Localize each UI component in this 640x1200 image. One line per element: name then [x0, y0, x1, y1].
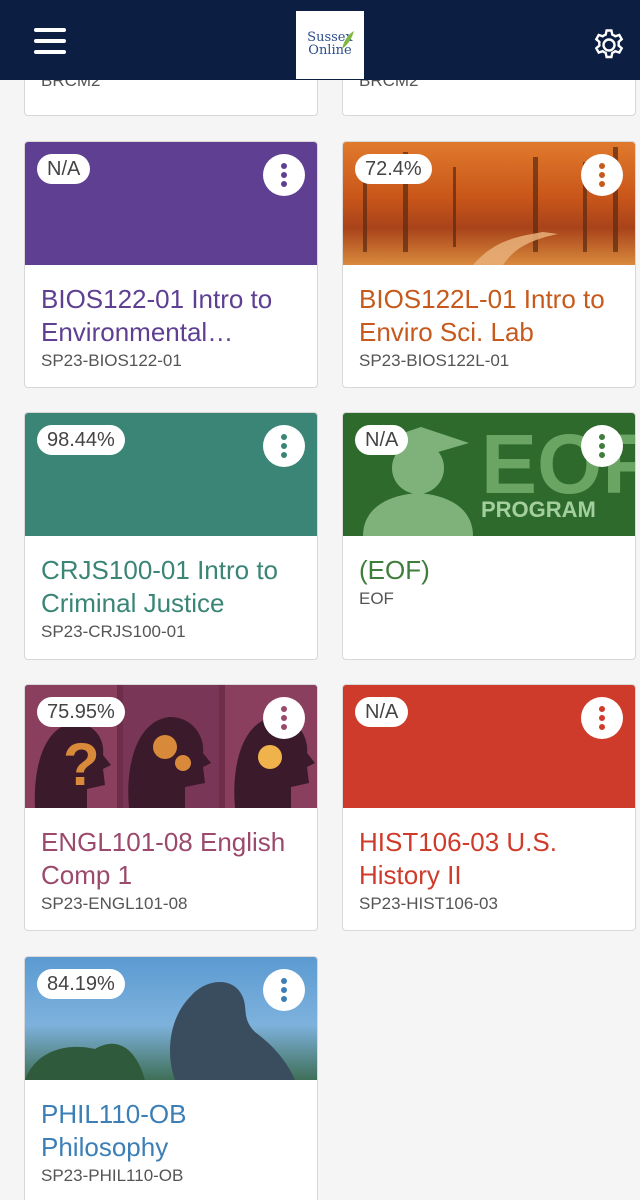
- course-code: EOF: [359, 589, 394, 608]
- course-title: HIST106-03 U.S. History II: [359, 827, 557, 890]
- more-options-icon[interactable]: [263, 969, 305, 1011]
- grade-badge: 84.19%: [37, 969, 125, 999]
- course-hero: ? 75.95%: [25, 685, 317, 808]
- course-hero: N/A: [343, 685, 635, 808]
- grade-badge: N/A: [355, 425, 409, 455]
- course-code: BRCM2: [41, 80, 101, 90]
- hero-text-program: PROGRAM: [481, 497, 596, 522]
- gear-icon[interactable]: [592, 28, 626, 62]
- leaf-icon: [342, 31, 354, 49]
- course-title: (EOF): [359, 555, 430, 585]
- course-code: SP23-HIST106-03: [359, 894, 498, 913]
- course-code: SP23-BIOS122L-01: [359, 351, 510, 370]
- course-card[interactable]: 72.4% BIOS122L-01 Intro to Enviro Sci. L…: [342, 141, 636, 388]
- grade-badge: N/A: [355, 697, 409, 727]
- course-hero: N/A: [25, 142, 317, 265]
- course-hero: 84.19%: [25, 957, 317, 1080]
- grade-badge: 75.95%: [37, 697, 125, 727]
- course-code: SP23-BIOS122-01: [41, 351, 182, 370]
- more-options-icon[interactable]: [581, 154, 623, 196]
- grade-badge: N/A: [37, 154, 91, 184]
- course-hero: 72.4%: [343, 142, 635, 265]
- more-options-icon[interactable]: [581, 425, 623, 467]
- course-title: BIOS122L-01 Intro to Enviro Sci. Lab: [359, 284, 605, 347]
- more-options-icon[interactable]: [581, 697, 623, 739]
- course-title: PHIL110-OB Philosophy: [41, 1099, 187, 1162]
- course-hero: 98.44%: [25, 413, 317, 536]
- course-code: BRCM2: [359, 80, 419, 90]
- course-code: SP23-PHIL110-OB: [41, 1166, 184, 1185]
- course-card[interactable]: EOF PROGRAM N/A (EOF) EOF: [342, 412, 636, 660]
- course-hero: EOF PROGRAM N/A: [343, 413, 635, 536]
- course-card-partial[interactable]: BRCM2: [342, 80, 636, 116]
- course-title: CRJS100-01 Intro to Criminal Justice: [41, 555, 279, 618]
- more-options-icon[interactable]: [263, 425, 305, 467]
- course-title: ENGL101-08 English Comp 1: [41, 827, 286, 890]
- course-code: SP23-ENGL101-08: [41, 894, 188, 913]
- course-card-partial[interactable]: BRCM2: [24, 80, 318, 116]
- course-dashboard: BRCM2 BRCM2 N/A BIOS122-01 Intro to Envi…: [0, 80, 640, 1200]
- course-card[interactable]: ? 75.95% ENGL101-08 English Comp 1 SP23-…: [24, 684, 318, 931]
- svg-text:?: ?: [63, 731, 100, 798]
- course-card[interactable]: 84.19% PHIL110-OB Philosophy SP23-PHIL11…: [24, 956, 318, 1200]
- hamburger-menu-icon[interactable]: [30, 28, 70, 58]
- course-card[interactable]: N/A HIST106-03 U.S. History II SP23-HIST…: [342, 684, 636, 931]
- more-options-icon[interactable]: [263, 697, 305, 739]
- course-title: BIOS122-01 Intro to Environmental Scienc…: [41, 284, 273, 347]
- course-card[interactable]: 98.44% CRJS100-01 Intro to Criminal Just…: [24, 412, 318, 660]
- grade-badge: 98.44%: [37, 425, 125, 455]
- grade-badge: 72.4%: [355, 154, 432, 184]
- course-card[interactable]: N/A BIOS122-01 Intro to Environmental Sc…: [24, 141, 318, 388]
- course-code: SP23-CRJS100-01: [41, 622, 186, 641]
- sussex-online-logo[interactable]: Sussex Online: [296, 11, 364, 79]
- top-navigation-bar: Sussex Online: [0, 0, 640, 80]
- more-options-icon[interactable]: [263, 154, 305, 196]
